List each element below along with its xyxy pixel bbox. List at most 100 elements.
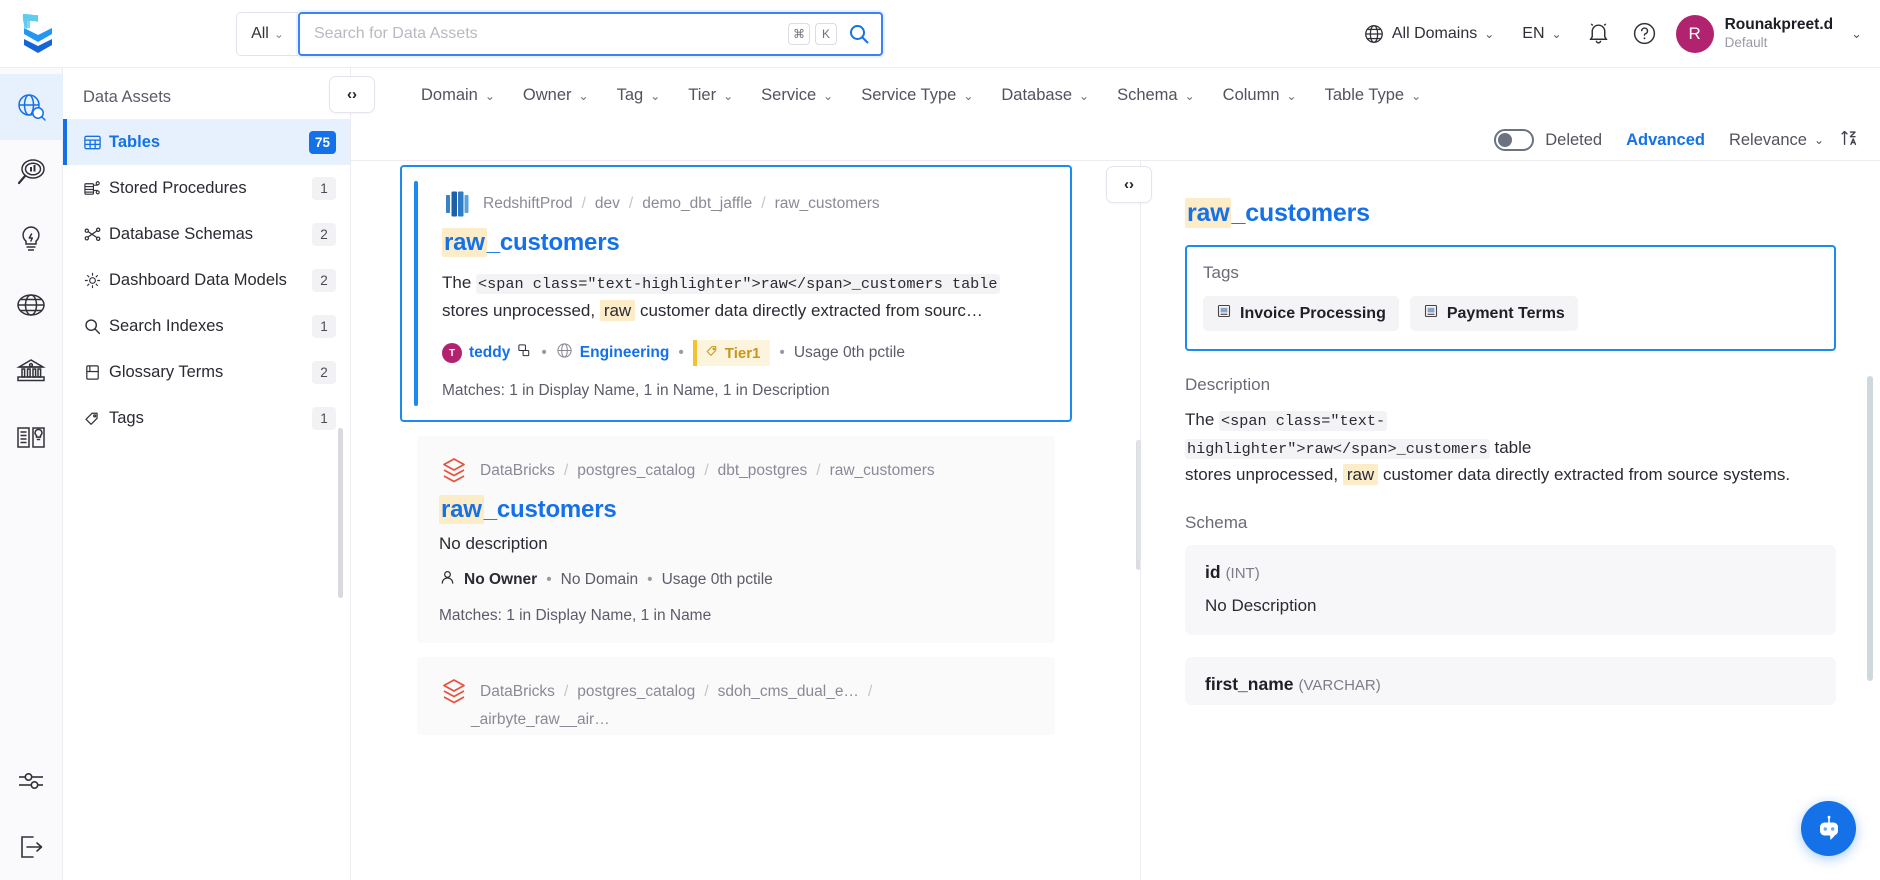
advanced-search-link[interactable]: Advanced [1626,131,1705,150]
sort-field-select[interactable]: Relevance ⌄ [1729,131,1824,150]
breadcrumb-table[interactable]: _airbyte_raw__air… [471,711,959,729]
globe-icon [556,342,573,364]
chevron-down-icon: ⌄ [823,89,833,103]
user-menu[interactable]: Rounakpreet.d Default [1725,16,1834,51]
sidebar-item-glossary-terms[interactable]: Glossary Terms 2 [63,349,350,395]
result-card[interactable]: DataBricks / postgres_catalog / sdoh_cms… [417,657,1055,735]
results-inner-scrollbar[interactable] [1137,440,1141,560]
sidebar-item-count: 75 [309,131,336,154]
result-no-domain: No Domain [561,571,639,589]
sidebar-item-database-schemas[interactable]: Database Schemas 2 [63,211,350,257]
tag-chip[interactable]: Payment Terms [1410,296,1578,331]
rail-item-settings[interactable] [0,748,63,814]
desc-mid: stores unprocessed, [442,301,600,320]
result-title[interactable]: raw_customers [439,496,1029,524]
search-input[interactable] [314,25,783,43]
filter-label: Service [761,86,816,105]
left-panel-scrollbar[interactable] [338,428,343,598]
rail-item-domains[interactable] [0,272,63,338]
result-description: The <span class="text-highlighter">raw</… [442,269,1042,325]
search-icon[interactable] [847,22,871,46]
details-title[interactable]: raw_customers [1185,199,1836,228]
filter-owner[interactable]: Owner ⌄ [523,86,589,105]
tag-glossary-icon [1423,303,1439,324]
sidebar-item-count: 1 [312,177,336,200]
filter-service[interactable]: Service ⌄ [761,86,833,105]
breadcrumb-service[interactable]: DataBricks [480,683,555,701]
language-selector[interactable]: EN ⌄ [1508,14,1575,54]
tag-glossary-icon [1216,303,1232,324]
search-field[interactable]: ⌘ K [298,12,883,56]
breadcrumb-schema[interactable]: demo_dbt_jaffle [642,195,752,213]
filter-label: Table Type [1325,86,1405,105]
result-owner[interactable]: T teddy [442,343,532,363]
filter-domain[interactable]: Domain ⌄ [421,86,495,105]
breadcrumb-database[interactable]: dev [595,195,620,213]
sidebar-item-dashboard-data-models[interactable]: Dashboard Data Models 2 [63,257,350,303]
chevron-down-icon: ⌄ [1079,89,1089,103]
details-scrollbar[interactable] [1867,376,1873,681]
chevron-down-icon[interactable]: ⌄ [1851,26,1862,42]
filters-code-toggle-button[interactable]: ‹› [329,76,375,113]
result-tier-badge[interactable]: Tier1 [693,340,771,366]
sidebar-item-stored-procedures[interactable]: Stored Procedures 1 [63,165,350,211]
filter-table-type[interactable]: Table Type ⌄ [1325,86,1422,105]
schema-column-row[interactable]: first_name(VARCHAR) [1185,657,1836,705]
breadcrumb-database[interactable]: postgres_catalog [577,683,695,701]
details-code-toggle-button[interactable]: ‹› [1106,166,1152,203]
rail-item-logout[interactable] [0,814,63,880]
sidebar-item-tags[interactable]: Tags 1 [63,395,350,441]
breadcrumb-database[interactable]: postgres_catalog [577,462,695,480]
result-title[interactable]: raw_customers [442,229,1044,257]
desc-prefix: The [1185,410,1219,429]
rail-item-govern[interactable] [0,338,63,404]
top-header: All ⌄ ⌘ K All Do [0,0,1880,68]
result-matches: Matches: 1 in Display Name, 1 in Name, 1… [442,382,1044,400]
breadcrumb-table[interactable]: raw_customers [830,462,935,480]
language-label: EN [1522,25,1544,43]
rail-item-explore[interactable] [0,74,63,140]
filter-service-type[interactable]: Service Type ⌄ [861,86,973,105]
avatar[interactable]: R [1676,15,1714,53]
search-scope-select[interactable]: All ⌄ [236,12,298,56]
chat-bot-button[interactable] [1801,801,1856,856]
details-description: The <span class="text- highlighter">raw<… [1185,406,1836,489]
sidebar-item-tables[interactable]: Tables 75 [63,119,350,165]
domain-selector[interactable]: All Domains ⌄ [1349,14,1508,54]
details-tags-section[interactable]: Tags Invoice Processing [1185,245,1836,351]
rail-item-quality[interactable] [0,206,63,272]
breadcrumb-separator: / [564,462,568,480]
deleted-toggle[interactable] [1494,129,1534,151]
sort-az-icon[interactable] [1840,128,1860,153]
filter-tier[interactable]: Tier ⌄ [688,86,733,105]
result-card[interactable]: DataBricks / postgres_catalog / dbt_post… [417,436,1055,643]
breadcrumb-service[interactable]: DataBricks [480,462,555,480]
breadcrumb-table[interactable]: raw_customers [775,195,880,213]
card-gap [351,643,1136,657]
meta-separator: • [779,344,784,362]
globe-search-icon [13,89,49,125]
chevron-down-icon: ⌄ [1185,89,1195,103]
breadcrumb-schema[interactable]: dbt_postgres [718,462,808,480]
rail-item-glossary[interactable] [0,404,63,470]
filter-label: Service Type [861,86,956,105]
app-logo[interactable] [0,0,76,68]
details-title-rest: _customers [1231,199,1369,227]
filter-tag[interactable]: Tag ⌄ [617,86,661,105]
tag-chip[interactable]: Invoice Processing [1203,296,1399,331]
filter-column[interactable]: Column ⌄ [1223,86,1297,105]
notifications-button[interactable] [1576,14,1622,54]
schema-column-row[interactable]: id(INT) No Description [1185,545,1836,635]
filter-database[interactable]: Database ⌄ [1001,86,1089,105]
sidebar-item-label: Glossary Terms [109,363,312,382]
bank-icon [14,354,48,388]
result-card-selected[interactable]: RedshiftProd / dev / demo_dbt_jaffle / r… [400,165,1072,422]
desc-highlight: raw [600,300,635,321]
sidebar-item-search-indexes[interactable]: Search Indexes 1 [63,303,350,349]
help-button[interactable] [1622,14,1668,54]
filter-schema[interactable]: Schema ⌄ [1117,86,1195,105]
rail-item-insights[interactable] [0,140,63,206]
result-domain[interactable]: Engineering [556,342,670,364]
breadcrumb-service[interactable]: RedshiftProd [483,195,573,213]
breadcrumb-schema[interactable]: sdoh_cms_dual_e… [718,683,859,701]
